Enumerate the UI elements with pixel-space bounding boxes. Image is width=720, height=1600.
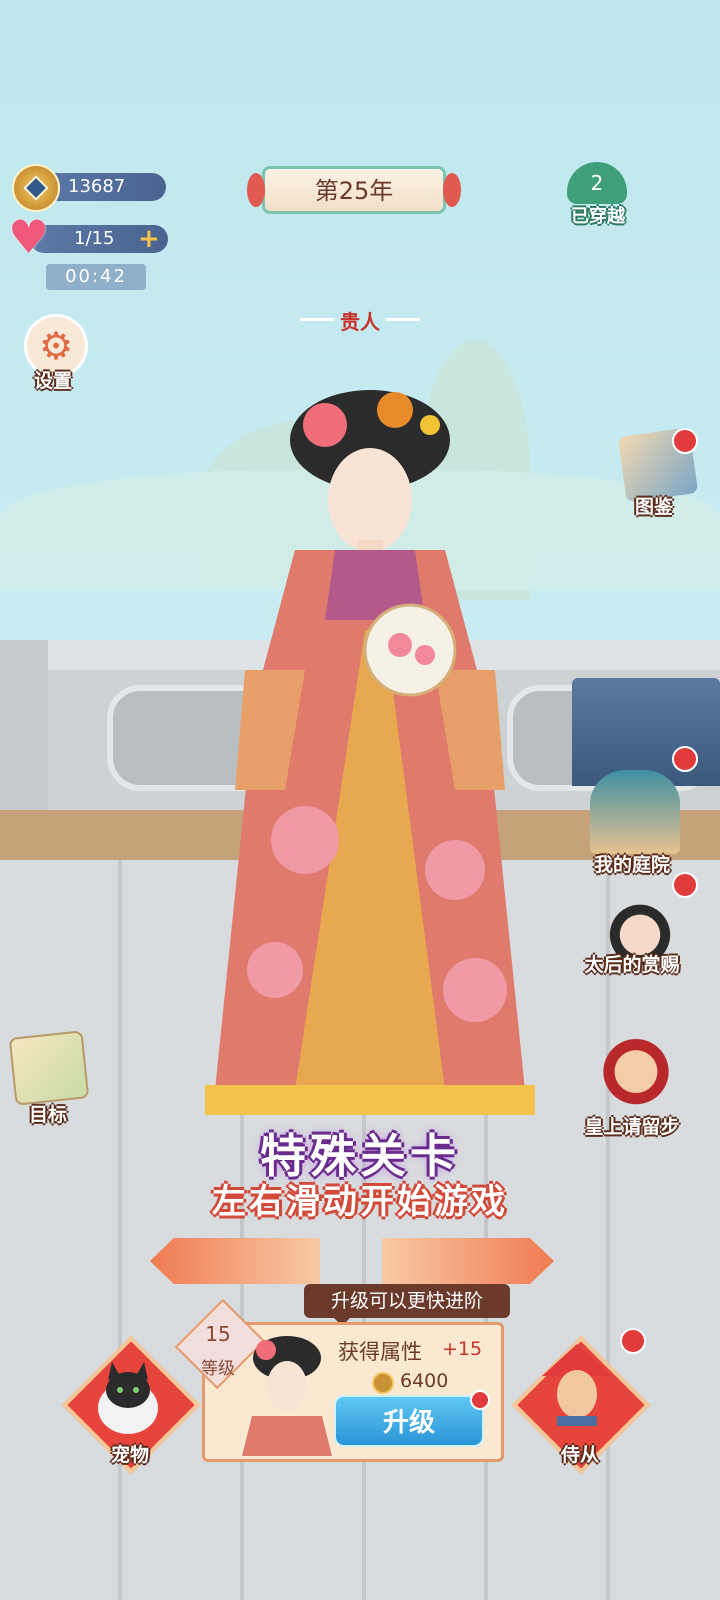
attribute-value: +15 bbox=[442, 1338, 483, 1360]
servant-icon[interactable] bbox=[532, 1336, 622, 1426]
year-banner: 第25年 bbox=[247, 166, 461, 214]
level-number: 15 bbox=[205, 1322, 231, 1346]
goal-scroll-icon[interactable] bbox=[8, 1030, 90, 1106]
goal-label[interactable]: 目标 bbox=[22, 1100, 74, 1127]
consort-character bbox=[205, 390, 535, 1115]
upgrade-tip: 升级可以更快进阶 bbox=[304, 1284, 510, 1326]
settings-label[interactable]: 设置 bbox=[28, 366, 78, 393]
attribute-label: 获得属性 bbox=[338, 1340, 422, 1364]
empress-reward-label[interactable]: 太后的赏赐 bbox=[572, 950, 692, 977]
empress-notification-dot bbox=[672, 872, 698, 898]
servant-label[interactable]: 侍从 bbox=[550, 1440, 610, 1467]
upgrade-cost: 6400 bbox=[400, 1370, 449, 1392]
coin-value: 13687 bbox=[68, 176, 126, 197]
servant-notification-dot bbox=[620, 1328, 646, 1354]
cat-icon[interactable] bbox=[88, 1360, 168, 1440]
add-stamina-button[interactable]: + bbox=[138, 226, 160, 252]
gallery-notification-dot bbox=[672, 428, 698, 454]
swipe-arrow-left[interactable] bbox=[150, 1238, 320, 1284]
crossed-label: 已穿越 bbox=[571, 206, 625, 227]
swipe-instruction: 左右滑动开始游戏 bbox=[212, 1182, 508, 1222]
emperor-portrait-icon[interactable] bbox=[596, 1014, 676, 1110]
emperor-label[interactable]: 皇上请留步 bbox=[572, 1112, 692, 1139]
courtyard-label[interactable]: 我的庭院 bbox=[582, 850, 682, 877]
stamina-timer: 00:42 bbox=[46, 264, 146, 290]
copper-coin-icon bbox=[372, 1372, 394, 1394]
crossed-badge[interactable]: 2 bbox=[567, 162, 627, 204]
crossed-count: 2 bbox=[590, 171, 604, 195]
swipe-arrow-right[interactable] bbox=[382, 1238, 554, 1284]
rank-title: 贵人 bbox=[300, 306, 420, 335]
stamina-value: 1/15 bbox=[74, 228, 115, 249]
pet-label[interactable]: 宠物 bbox=[100, 1440, 160, 1467]
courtyard-notification-dot bbox=[672, 746, 698, 772]
year-text: 第25年 bbox=[314, 177, 394, 205]
heart-icon: ♥ bbox=[8, 210, 50, 264]
coin-icon bbox=[12, 164, 60, 212]
upgrade-notification-dot bbox=[470, 1390, 490, 1410]
consort-avatar bbox=[242, 1336, 332, 1456]
courtyard-pavilion-icon[interactable] bbox=[590, 770, 680, 854]
upgrade-button[interactable]: 升级 bbox=[334, 1395, 484, 1447]
gallery-label[interactable]: 图鉴 bbox=[628, 492, 680, 519]
